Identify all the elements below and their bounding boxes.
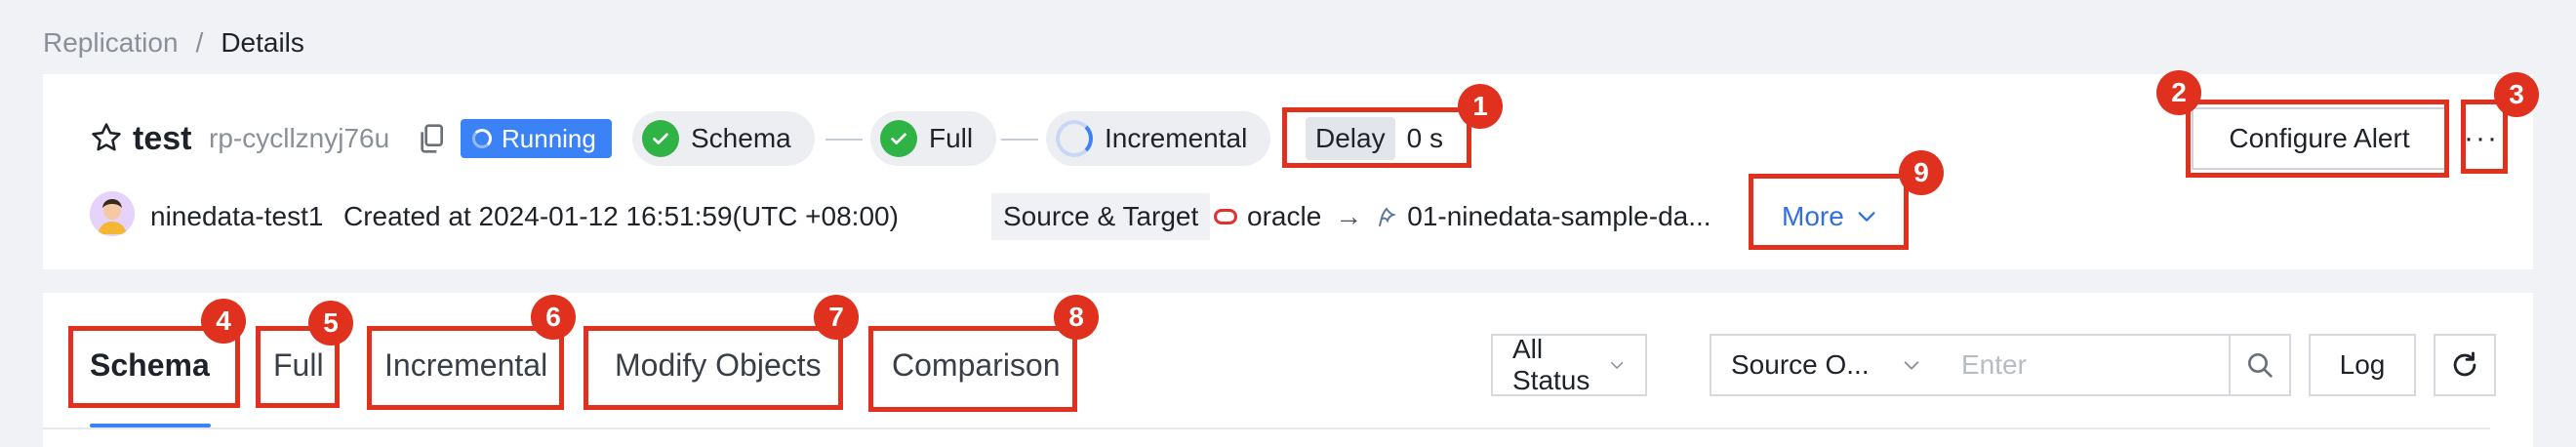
target-name: 01-ninedata-sample-da...: [1407, 201, 1711, 231]
annotation-badge-8: 8: [1054, 295, 1099, 340]
stage-label: Incremental: [1105, 123, 1248, 153]
arrow-right-icon: →: [1335, 201, 1363, 231]
stage-schema: Schema: [632, 111, 815, 166]
creator-name: ninedata-test1: [150, 201, 324, 231]
annotation-badge-5: 5: [308, 301, 353, 345]
created-at: Created at 2024-01-12 16:51:59(UTC +08:0…: [343, 201, 899, 231]
annotation-badge-4: 4: [201, 299, 246, 344]
star-icon[interactable]: [90, 121, 123, 154]
stage-full: Full: [870, 111, 997, 166]
stage-label: Full: [929, 123, 974, 153]
breadcrumb: Replication / Details: [43, 23, 304, 62]
search-button[interactable]: [2229, 334, 2291, 396]
oracle-icon: [1214, 209, 1237, 224]
log-button[interactable]: Log: [2309, 334, 2416, 396]
tabs-divider: [43, 427, 2490, 429]
mysql-icon: [1379, 207, 1397, 226]
annotation-badge-9: 9: [1899, 150, 1944, 195]
annotation-badge-2: 2: [2156, 70, 2201, 115]
stage-connector: [825, 139, 863, 141]
breadcrumb-separator: /: [195, 27, 204, 58]
search-icon: [2248, 353, 2273, 378]
source-target-label: Source & Target: [991, 193, 1211, 240]
source-name: oracle: [1247, 201, 1322, 231]
annotation-badge-1: 1: [1458, 84, 1503, 129]
source-object-select[interactable]: Source O...: [1710, 334, 1944, 396]
source-target-info: oracle → 01-ninedata-sample-da...: [1214, 193, 1711, 240]
breadcrumb-replication-link[interactable]: Replication: [43, 27, 179, 59]
annotation-box-6: [367, 326, 564, 410]
stage-incremental: Incremental: [1046, 111, 1271, 166]
status-badge: Running: [461, 119, 612, 158]
annotation-box-7: [584, 326, 843, 410]
task-id: rp-cycllznyj76u: [209, 123, 390, 153]
chevron-down-icon: [1610, 361, 1623, 369]
copy-icon[interactable]: [418, 123, 445, 154]
status-select-value: All Status: [1512, 334, 1590, 395]
breadcrumb-current: Details: [221, 27, 304, 58]
annotation-box-1: [1282, 107, 1471, 168]
annotation-badge-3: 3: [2494, 72, 2539, 117]
search-input[interactable]: [1942, 334, 2231, 396]
status-select[interactable]: All Status: [1491, 334, 1647, 396]
task-title: test: [133, 120, 192, 157]
annotation-badge-6: 6: [531, 295, 576, 340]
avatar: [90, 191, 135, 236]
loading-ring-icon: [1056, 120, 1093, 157]
stage-label: Schema: [691, 123, 791, 153]
refresh-button[interactable]: [2434, 334, 2496, 396]
loading-icon: [472, 129, 492, 148]
check-icon: [880, 120, 917, 157]
source-select-value: Source O...: [1731, 349, 1870, 380]
annotation-box-9: [1749, 174, 1909, 250]
stage-connector: [1001, 139, 1038, 141]
check-icon: [642, 120, 679, 157]
annotation-box-8: [868, 326, 1077, 412]
annotation-box-2: [2186, 100, 2449, 178]
chevron-down-icon: [1904, 361, 1919, 370]
refresh-icon: [2453, 351, 2476, 377]
annotation-badge-7: 7: [814, 295, 859, 340]
status-label: Running: [502, 123, 596, 153]
